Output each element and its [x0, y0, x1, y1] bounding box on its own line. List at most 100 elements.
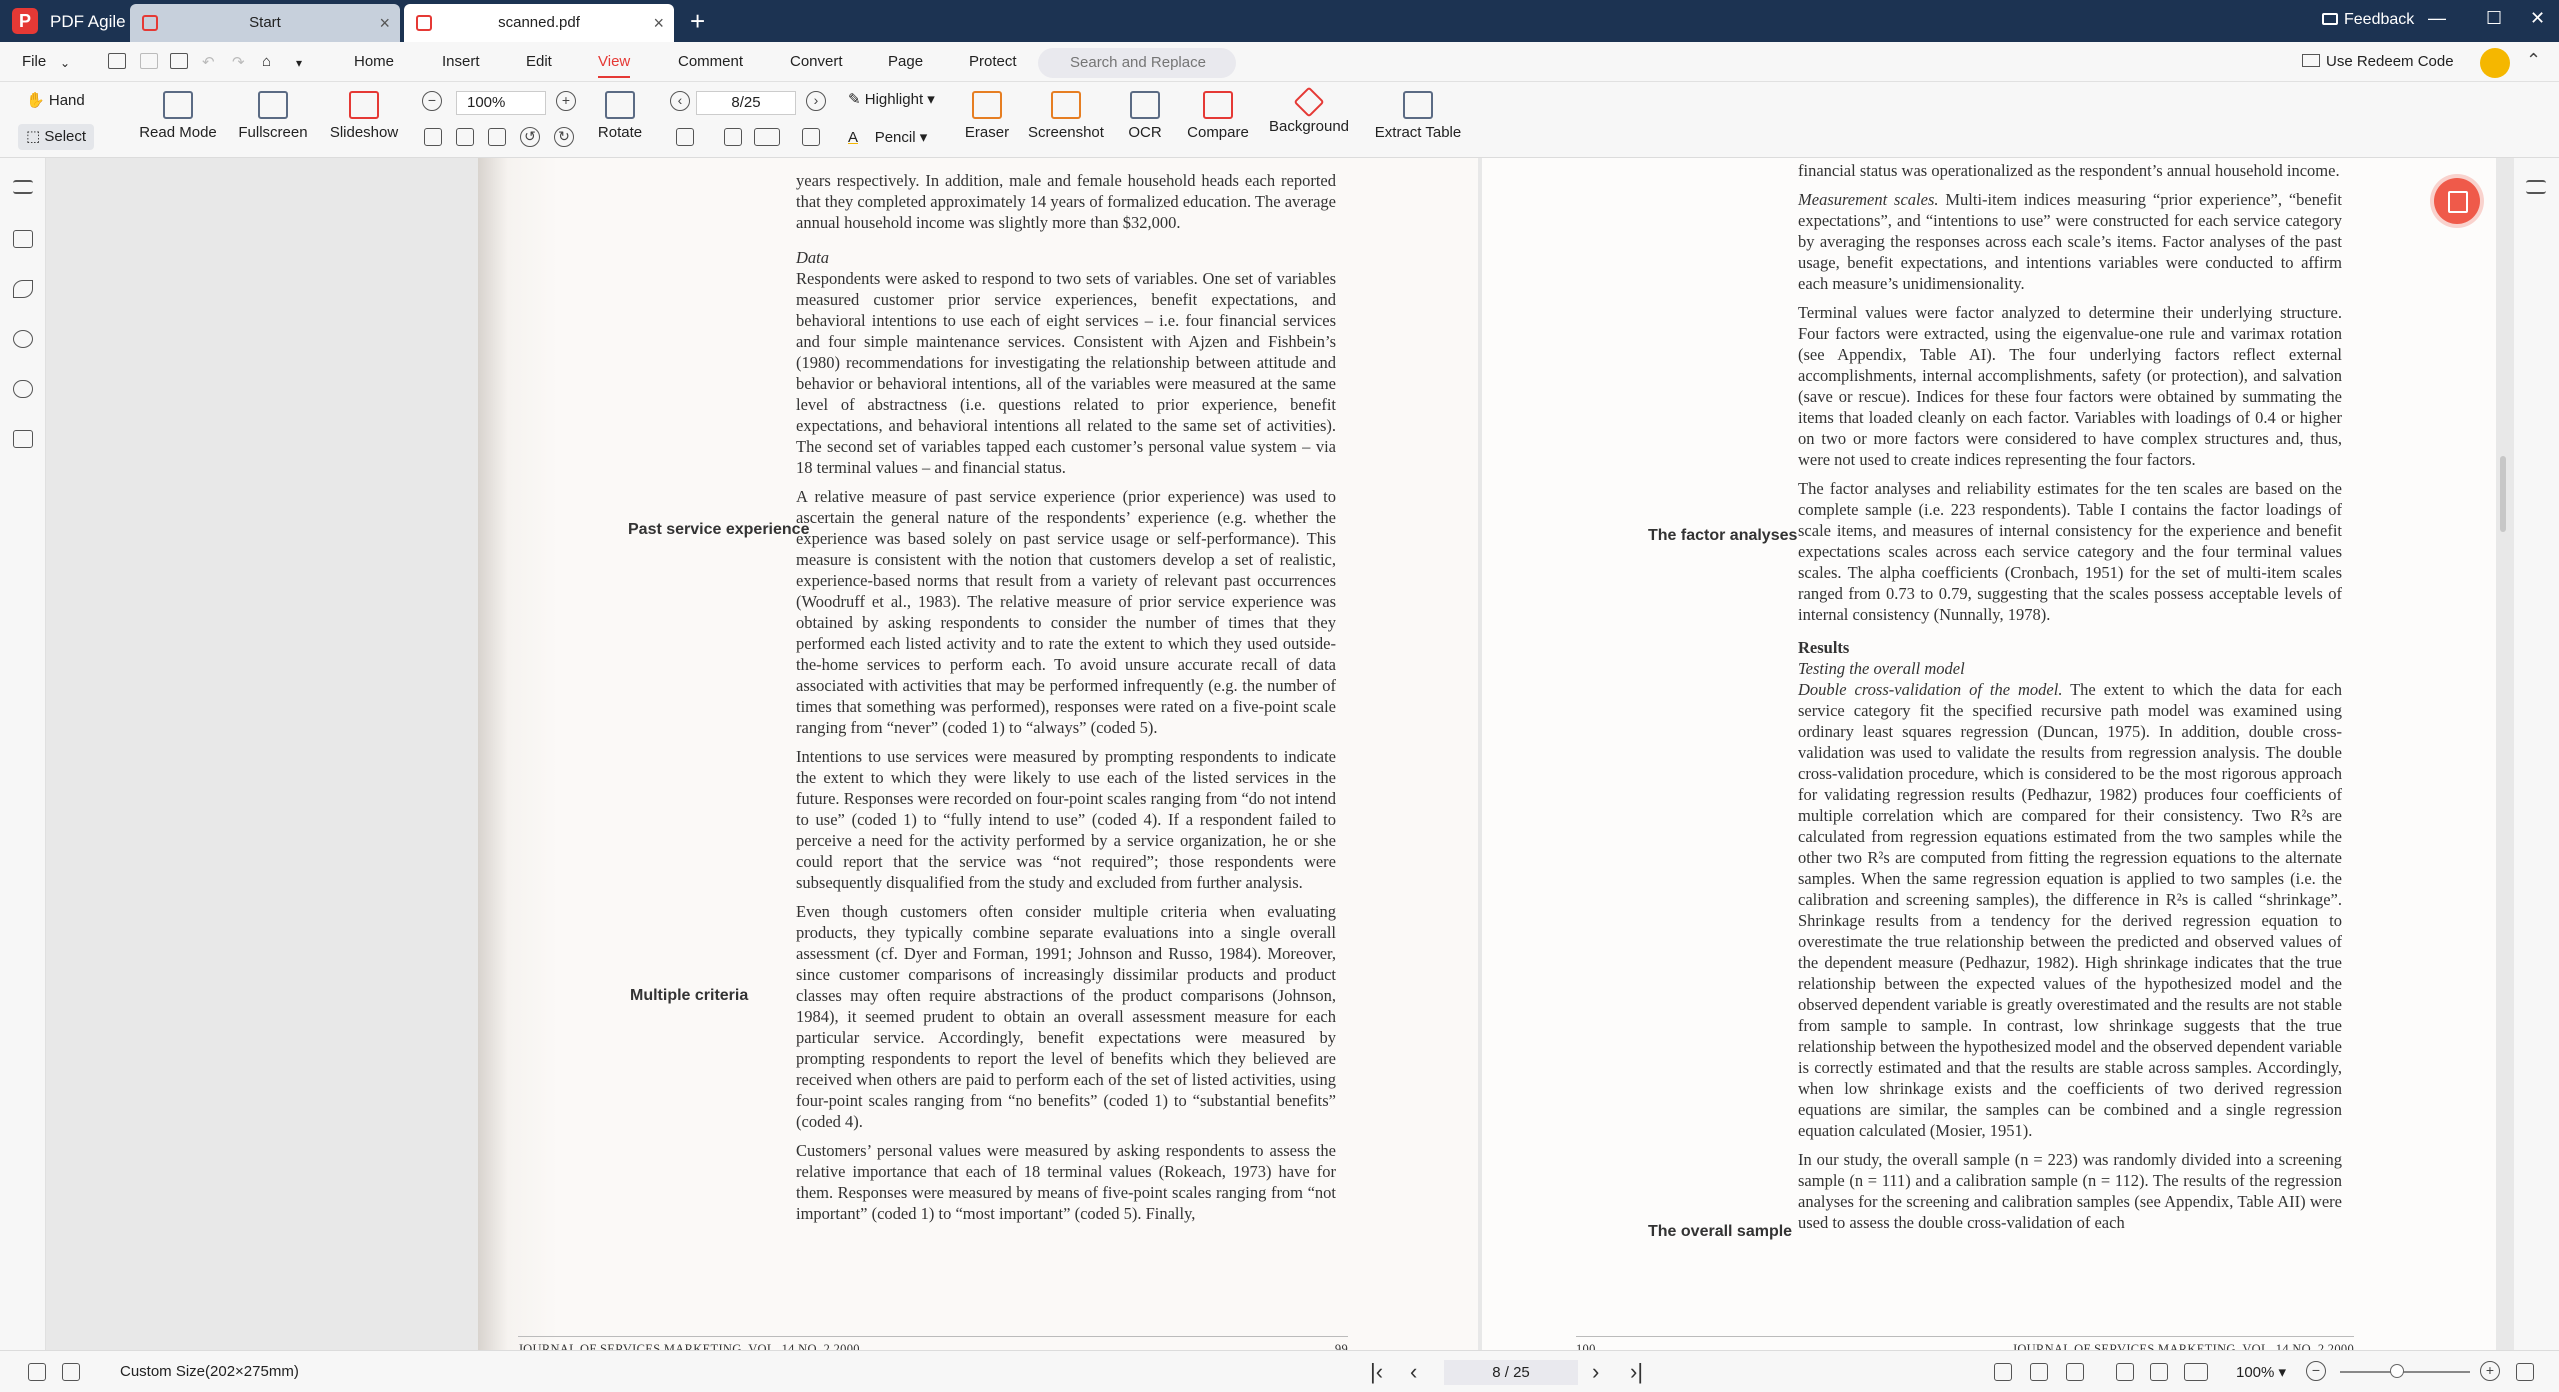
menu-edit[interactable]: Edit — [526, 53, 552, 70]
previous-page-icon[interactable]: ‹ — [670, 91, 690, 111]
status-zoom-value[interactable]: 100% ▾ — [2236, 1363, 2286, 1381]
menu-home[interactable]: Home — [354, 53, 394, 70]
avatar[interactable] — [2480, 48, 2510, 78]
status-page-field[interactable]: 8 / 25 — [1444, 1360, 1578, 1385]
redo-icon[interactable]: ↷ — [232, 53, 245, 71]
slideshow-button[interactable]: Slideshow — [322, 82, 406, 158]
continuous-view-icon[interactable] — [2116, 1363, 2134, 1381]
menu-convert[interactable]: Convert — [790, 53, 843, 70]
eraser-button[interactable]: Eraser — [958, 82, 1016, 158]
zoom-slider[interactable] — [2340, 1371, 2470, 1373]
hand-tool-button[interactable]: ✋ Hand — [18, 88, 93, 114]
actual-view-icon[interactable] — [2066, 1363, 2084, 1381]
undo-icon[interactable]: ↶ — [202, 53, 215, 71]
next-page-icon[interactable]: › — [1592, 1359, 1599, 1385]
single-page-icon[interactable] — [676, 128, 694, 146]
collapse-ribbon-icon[interactable]: ⌃ — [2526, 50, 2541, 71]
fullscreen-button[interactable]: Fullscreen — [230, 82, 316, 158]
expand-icon[interactable] — [2516, 1363, 2534, 1381]
tab-scanned-pdf[interactable]: scanned.pdf × — [404, 4, 674, 42]
menu-page[interactable]: Page — [888, 53, 923, 70]
print-icon[interactable] — [170, 53, 188, 69]
minimize-icon[interactable]: — — [2428, 8, 2446, 29]
menu-insert[interactable]: Insert — [442, 53, 480, 70]
screenshot-icon — [1051, 91, 1081, 119]
rotate-left-icon[interactable]: ↺ — [520, 127, 540, 147]
background-button[interactable]: Background — [1264, 82, 1354, 158]
new-tab-icon[interactable]: + — [690, 6, 705, 37]
single-view-icon[interactable] — [1994, 1363, 2012, 1381]
menu-icon[interactable] — [13, 180, 33, 194]
vertical-scrollbar[interactable] — [2500, 456, 2506, 532]
page-view-icon[interactable] — [2150, 1363, 2168, 1381]
fit-page-icon[interactable] — [424, 128, 442, 146]
close-icon[interactable]: × — [379, 4, 390, 42]
home-icon[interactable]: ⌂ — [262, 53, 271, 70]
feedback-button[interactable]: Feedback — [2322, 11, 2414, 29]
menu-protect[interactable]: Protect — [969, 53, 1017, 70]
highlight-button[interactable]: ✎ Highlight ▾ — [848, 90, 935, 108]
rotate-right-icon[interactable]: ↻ — [554, 127, 574, 147]
eraser-icon — [972, 91, 1002, 119]
screenshot-button[interactable]: Screenshot — [1026, 82, 1106, 158]
file-menu[interactable]: File — [22, 53, 46, 70]
results-heading: Results — [1798, 638, 1850, 657]
two-page-view-icon[interactable] — [2184, 1363, 2208, 1381]
fit-view-icon[interactable] — [2030, 1363, 2048, 1381]
paragraph: Double cross-validation of the model. Th… — [1798, 680, 2342, 1140]
next-page-icon[interactable]: › — [806, 91, 826, 111]
zoom-out-icon[interactable]: − — [2306, 1361, 2326, 1381]
select-tool-button[interactable]: ⬚ Select — [18, 124, 95, 150]
last-page-icon[interactable]: ›| — [1630, 1359, 1643, 1385]
page-footer: 100 JOURNAL OF SERVICES MARKETING, VOL. … — [1576, 1336, 2354, 1350]
ocr-button[interactable]: OCR — [1118, 82, 1172, 158]
window-close-icon[interactable]: ✕ — [2530, 8, 2545, 29]
slideshow-icon — [349, 91, 379, 119]
extract-table-button[interactable]: Extract Table — [1370, 82, 1466, 158]
actual-size-icon[interactable] — [488, 128, 506, 146]
settings-sliders-icon[interactable] — [2526, 180, 2546, 194]
zoom-out-icon[interactable]: − — [422, 91, 442, 111]
first-page-icon[interactable]: |‹ — [1370, 1359, 1383, 1385]
open-folder-icon[interactable] — [108, 53, 126, 69]
floating-action-icon[interactable] — [2434, 178, 2480, 224]
feedback-icon — [2322, 13, 2338, 25]
fit-width-icon[interactable] — [456, 128, 474, 146]
chevron-down-icon[interactable]: ⌄ — [60, 56, 70, 70]
zoom-in-icon[interactable]: + — [2480, 1361, 2500, 1381]
search-input[interactable] — [1038, 48, 1236, 78]
compare-button[interactable]: Compare — [1182, 82, 1254, 158]
close-icon[interactable]: × — [653, 4, 664, 42]
attachment-icon[interactable] — [13, 380, 33, 398]
tab-start[interactable]: Start × — [130, 4, 400, 42]
page-setup-icon[interactable] — [62, 1363, 80, 1381]
scroll-mode-icon[interactable] — [802, 128, 820, 146]
page-number-field[interactable]: 8/25 — [696, 91, 796, 115]
ocr-icon — [1130, 91, 1160, 119]
menu-comment[interactable]: Comment — [678, 53, 743, 70]
continuous-icon[interactable] — [724, 128, 742, 146]
two-page-icon[interactable] — [754, 128, 780, 146]
search-icon[interactable] — [13, 330, 33, 348]
zoom-field[interactable]: 100% — [456, 91, 546, 115]
thumbnails-icon[interactable] — [13, 230, 33, 248]
rotate-button[interactable]: Rotate — [594, 82, 646, 158]
zoom-in-icon[interactable]: + — [556, 91, 576, 111]
maximize-icon[interactable]: ☐ — [2486, 8, 2502, 29]
page-properties-icon[interactable] — [13, 430, 33, 448]
side-heading: The factor analyses — [1648, 527, 1798, 544]
paragraph: Measurement scales. Multi-item indices m… — [1798, 190, 2342, 293]
document-canvas[interactable]: Past service experience Multiple criteri… — [46, 158, 2514, 1350]
signature-icon[interactable] — [13, 280, 33, 298]
pencil-button[interactable]: A Pencil ▾ — [848, 128, 927, 146]
save-icon[interactable] — [140, 53, 158, 69]
customize-icon[interactable]: ▾ — [296, 56, 302, 70]
page-thumbnail-icon[interactable] — [28, 1363, 46, 1381]
previous-page-icon[interactable]: ‹ — [1410, 1359, 1417, 1385]
zoom-slider-handle[interactable] — [2390, 1364, 2404, 1378]
read-mode-button[interactable]: Read Mode — [134, 82, 222, 158]
redeem-code-button[interactable]: Use Redeem Code — [2302, 53, 2454, 70]
side-heading: Multiple criteria — [630, 987, 749, 1004]
menu-view[interactable]: View — [598, 53, 631, 78]
text-column: years respectively. In addition, male an… — [796, 170, 1336, 1232]
